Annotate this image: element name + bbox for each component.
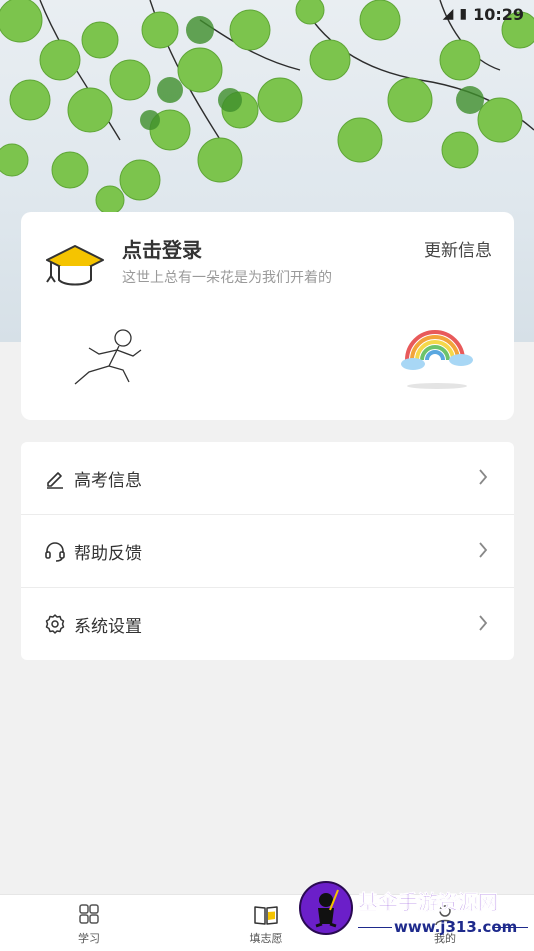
battery-icon: ▮: [459, 6, 468, 22]
menu-item-gaokao-info[interactable]: 高考信息: [21, 442, 514, 515]
watermark-divider: [358, 927, 392, 928]
chevron-right-icon: [479, 542, 488, 558]
gear-icon: [45, 614, 65, 634]
rainbow-icon: [401, 330, 473, 389]
login-subtitle: 这世上总有一朵花是为我们开着的: [122, 270, 332, 286]
grid-icon: [79, 904, 99, 924]
nav-fill-volunteer[interactable]: 填志愿: [231, 903, 301, 946]
graduation-cap-icon: [46, 245, 104, 286]
chevron-right-icon: [479, 469, 488, 485]
menu-item-help-feedback[interactable]: 帮助反馈: [21, 515, 514, 588]
running-person-icon: [74, 329, 142, 385]
watermark-divider: [494, 927, 528, 928]
menu-item-system-settings[interactable]: 系统设置: [21, 588, 514, 660]
watermark-logo-icon: [299, 881, 353, 935]
settings-menu: 高考信息 帮助反馈 系统设置: [21, 442, 514, 660]
signal-icon: ◢: [442, 6, 454, 22]
nav-study[interactable]: 学习: [54, 903, 124, 946]
profile-card[interactable]: 点击登录 这世上总有一朵花是为我们开着的 更新信息: [21, 212, 514, 420]
nav-label: 填志愿: [249, 932, 283, 945]
watermark: 基伞手游资源网 www.j313.com: [298, 878, 534, 944]
nav-label: 学习: [78, 932, 100, 945]
menu-item-label: 系统设置: [74, 616, 142, 637]
chevron-right-icon: [479, 615, 488, 631]
status-bar: ◢ ▮ 10:29: [443, 0, 534, 28]
book-icon: [254, 906, 278, 925]
menu-item-label: 帮助反馈: [74, 543, 142, 564]
update-info-button[interactable]: 更新信息: [424, 236, 492, 261]
pencil-icon: [47, 472, 63, 489]
menu-item-label: 高考信息: [74, 470, 142, 491]
status-time: 10:29: [473, 4, 524, 24]
headset-icon: [45, 542, 65, 562]
login-title[interactable]: 点击登录: [122, 234, 202, 263]
watermark-title: 基伞手游资源网: [358, 890, 499, 915]
